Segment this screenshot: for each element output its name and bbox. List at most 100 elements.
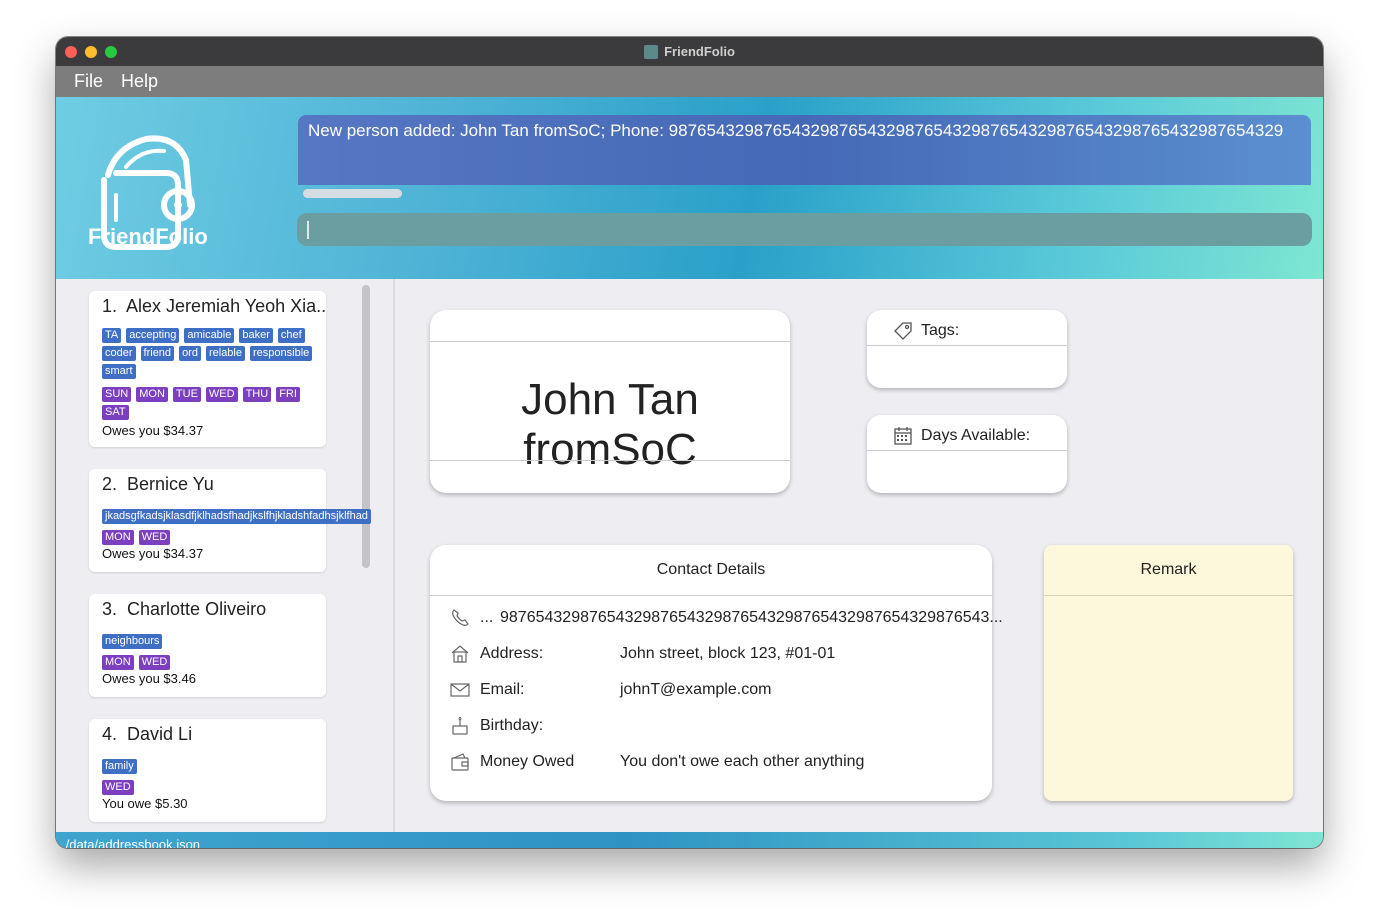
owe-status: Owes you $34.37 xyxy=(102,423,204,438)
tag: baker xyxy=(239,328,273,343)
person-name: 2. Bernice Yu xyxy=(102,474,214,495)
divider xyxy=(867,345,1067,346)
person-card[interactable]: 3. Charlotte Oliveiro neighbours MON WED… xyxy=(89,594,326,697)
result-message: New person added: John Tan fromSoC; Phon… xyxy=(308,121,1284,140)
maximize-window-button[interactable] xyxy=(105,46,117,58)
tags-label: Tags: xyxy=(921,322,960,339)
person-list-scrollbar[interactable] xyxy=(362,285,370,568)
birthday-label: Birthday: xyxy=(480,717,544,734)
divider xyxy=(430,341,790,342)
command-input[interactable] xyxy=(297,213,1312,246)
phone-icon xyxy=(452,609,469,626)
menu-bar: File Help xyxy=(56,66,1323,97)
divider xyxy=(430,595,992,596)
text-caret xyxy=(307,221,309,239)
tag: amicable xyxy=(184,328,235,343)
name-card: John Tan fromSoC xyxy=(430,310,790,493)
owe-status: Owes you $34.37 xyxy=(102,546,204,561)
person-name-text: David Li xyxy=(127,724,193,744)
day-badge: TUE xyxy=(172,387,201,402)
person-name: 4. David Li xyxy=(102,724,192,745)
day-list: MON WED xyxy=(102,530,324,545)
result-scrollbar[interactable] xyxy=(303,189,402,198)
result-display: New person added: John Tan fromSoC; Phon… xyxy=(298,115,1311,185)
day-badge: WED xyxy=(138,655,171,670)
phone-value: 9876543298765432987654329876543298765432… xyxy=(500,609,1003,626)
tag: smart xyxy=(102,364,136,379)
close-window-button[interactable] xyxy=(65,46,77,58)
tag-list: family xyxy=(102,759,324,774)
divider xyxy=(867,450,1067,451)
cake-icon xyxy=(452,716,468,735)
day-badge: FRI xyxy=(276,387,300,402)
tag: TA xyxy=(102,328,122,343)
day-badge: THU xyxy=(242,387,272,402)
money-owed-row: Money Owed You don't owe each other anyt… xyxy=(450,752,864,772)
email-value: johnT@example.com xyxy=(620,681,772,698)
remark-card: Remark xyxy=(1044,545,1293,801)
contact-details-card: Contact Details ... 98765432987654329876… xyxy=(430,545,1003,801)
tags-header: Tags: xyxy=(893,321,959,341)
person-card[interactable]: 2. Bernice Yu jkadsgfkadsjklasdfjklhadsf… xyxy=(89,469,371,572)
address-label: Address: xyxy=(480,645,544,662)
day-badge: WED xyxy=(138,530,171,545)
person-list: 1. Alex Jeremiah Yeoh Xia... TA acceptin… xyxy=(56,279,395,832)
contact-details-title: Contact Details xyxy=(656,561,766,578)
status-bar: ./data/addressbook.json xyxy=(56,832,1323,848)
remark-title: Remark xyxy=(1140,561,1197,578)
day-list: MON WED xyxy=(102,655,324,670)
tag: coder xyxy=(102,346,136,361)
day-badge: WED xyxy=(205,387,238,402)
person-name: 3. Charlotte Oliveiro xyxy=(102,599,266,620)
day-badge: MON xyxy=(102,530,134,545)
person-card[interactable]: 1. Alex Jeremiah Yeoh Xia... TA acceptin… xyxy=(89,291,326,447)
app-window: FriendFolio File Help FriendFolio New pe… xyxy=(56,37,1323,848)
window-title: FriendFolio xyxy=(664,44,735,59)
tag: responsible xyxy=(250,346,313,361)
owe-status: You owe $5.30 xyxy=(102,796,188,811)
menu-file[interactable]: File xyxy=(74,71,103,92)
tag-icon xyxy=(894,322,912,340)
minimize-window-button[interactable] xyxy=(85,46,97,58)
days-available-card: Days Available: xyxy=(867,415,1067,493)
person-detail-panel: John Tan fromSoC Tags: Days Available: C… xyxy=(395,279,1323,832)
address-value: John street, block 123, #01-01 xyxy=(620,645,836,662)
tag: neighbours xyxy=(102,634,163,649)
home-icon xyxy=(451,645,469,663)
divider xyxy=(1044,595,1293,596)
email-icon xyxy=(450,683,470,697)
tag-list: neighbours xyxy=(102,634,324,649)
calendar-icon xyxy=(894,427,912,445)
person-name-text: Alex Jeremiah Yeoh Xia... xyxy=(126,296,326,316)
tag-list: jkadsgfkadsjklasdfjklhadsfhadjkslfhjklad… xyxy=(102,509,372,524)
day-badge: MON xyxy=(136,387,168,402)
person-card[interactable]: 4. David Li family WED You owe $5.30 xyxy=(89,719,326,822)
person-index: 4. xyxy=(102,724,118,744)
tag: chef xyxy=(277,328,305,343)
money-owed-value: You don't owe each other anything xyxy=(620,753,865,770)
email-label: Email: xyxy=(480,681,525,698)
window-controls xyxy=(65,46,117,58)
day-list: WED xyxy=(102,780,324,795)
save-location-path: ./data/addressbook.json xyxy=(62,837,201,848)
menu-help[interactable]: Help xyxy=(121,71,158,92)
app-icon xyxy=(644,44,659,59)
title-bar: FriendFolio xyxy=(56,37,1323,66)
day-badge: MON xyxy=(102,655,134,670)
divider xyxy=(430,460,790,461)
owe-status: Owes you $3.46 xyxy=(102,671,196,686)
person-name: 1. Alex Jeremiah Yeoh Xia... xyxy=(102,296,326,317)
phone-label: ... xyxy=(480,609,494,626)
header-banner: FriendFolio New person added: John Tan f… xyxy=(56,97,1323,279)
tag: ord xyxy=(179,346,201,361)
days-label: Days Available: xyxy=(921,427,1031,444)
wallet-icon xyxy=(451,753,469,771)
day-badge: SAT xyxy=(102,405,129,420)
day-badge: WED xyxy=(102,780,134,795)
person-index: 1. xyxy=(102,296,118,316)
address-row: Address: John street, block 123, #01-01 xyxy=(450,644,835,664)
phone-row: ... 987654329876543298765432987654329876… xyxy=(450,608,1003,628)
email-row: Email: johnT@example.com xyxy=(450,680,771,700)
tag: jkadsgfkadsjklasdfjklhadsfhadjkslfhjklad… xyxy=(102,509,371,524)
birthday-row: Birthday: xyxy=(450,716,620,736)
